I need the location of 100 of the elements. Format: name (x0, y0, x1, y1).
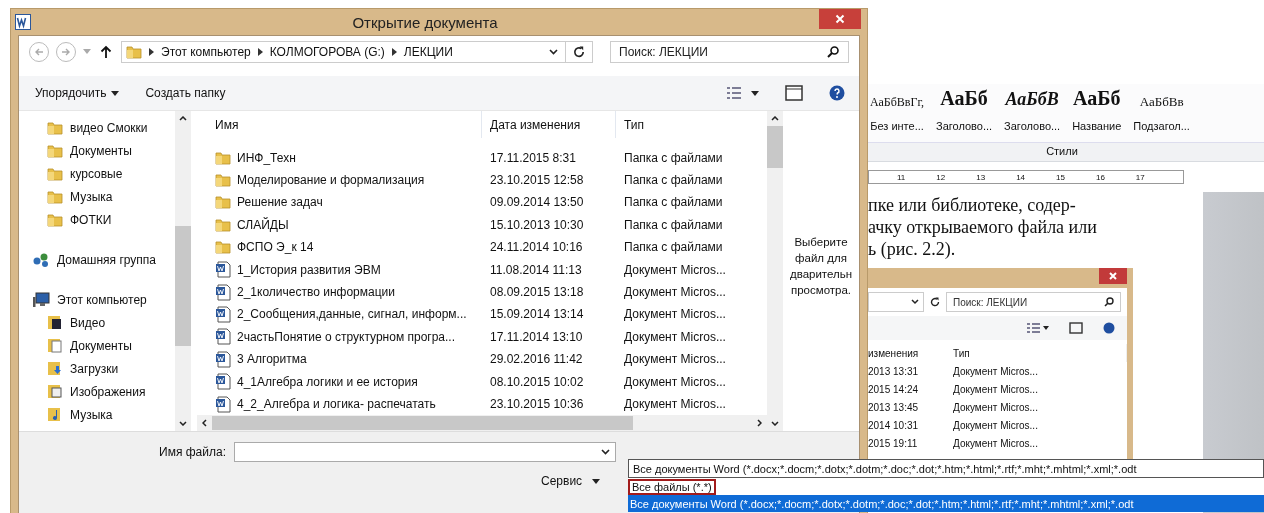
organize-button[interactable]: Упорядочить (35, 86, 120, 100)
nav-pane-item[interactable]: Этот компьютер (19, 288, 175, 311)
folder-icon (47, 166, 63, 181)
nav-pane-item[interactable]: Загрузки (19, 357, 175, 380)
word-document-icon (215, 373, 231, 391)
nav-pane-item[interactable]: Музыка (19, 185, 175, 208)
file-row[interactable]: СЛАЙДЫ 15.10.2013 10:30 Папка с файлами (197, 213, 767, 236)
scroll-down-icon[interactable] (179, 421, 187, 426)
file-type-option[interactable]: Все файлы (*.*) (628, 478, 1264, 495)
folder-icon (215, 172, 231, 187)
type-cell: Документ Micros... (953, 437, 1038, 449)
new-folder-button[interactable]: Создать папку (145, 86, 226, 100)
date-cell-text: 2015 19:11 (868, 437, 919, 449)
style-gallery-item[interactable]: АаБбВ Заголово... (1004, 88, 1061, 142)
date-cell-text: 2015 14:24 (868, 383, 920, 395)
file-row[interactable]: Моделирование и формализация 23.10.2015 12:58 Папка с файлами (197, 168, 767, 192)
folder-icon (47, 143, 63, 158)
type-cell: Документ Micros... (953, 365, 1038, 377)
nav-pane-item[interactable]: Музыка (19, 403, 175, 426)
nav-pane-item[interactable]: Изображения (19, 380, 175, 403)
preview-pane-icon[interactable] (785, 85, 803, 101)
close-icon (1099, 268, 1127, 284)
downloads-folder-icon (47, 361, 63, 376)
folder-icon (215, 240, 231, 255)
style-gallery-item[interactable]: АаБб Заголово... (936, 88, 993, 142)
type-cell: Документ Micros... (953, 419, 1038, 431)
view-options-icon[interactable] (727, 87, 759, 99)
word-document-icon (215, 328, 231, 346)
up-arrow-icon[interactable] (100, 45, 112, 59)
scroll-up-icon[interactable] (771, 116, 779, 121)
file-type-option[interactable]: Все документы Word (*.docx;*.docm;*.dotx;*.dotm;*.doc;*.dot;*.htm;*.html;*.rtf;*.mht;*.mhtml;*.xml;*.odt (628, 495, 1264, 512)
scroll-left-icon[interactable] (202, 419, 207, 428)
filename-label: Имя файла: (159, 445, 226, 459)
file-row[interactable]: 2_1количество информации 08.09.2015 13:18 Документ Micros... (197, 280, 767, 304)
file-row[interactable]: ИНФ_Техн 17.11.2015 8:31 Папка с файлами (197, 146, 767, 169)
scrollbar-thumb[interactable] (212, 416, 634, 430)
address-bar[interactable]: Этот компьютер КОЛМОГОРОВА (G:) ЛЕКЦИИ (121, 41, 593, 63)
filename-field[interactable] (233, 442, 616, 462)
pictures-folder-icon (47, 384, 63, 399)
documents-folder-icon (47, 338, 63, 353)
word-document-icon (215, 261, 231, 279)
folder-icon (215, 217, 231, 232)
type-cell: Документ Micros... (953, 383, 1038, 395)
scroll-down-icon[interactable] (771, 421, 779, 426)
file-row[interactable]: 2частьПонятие о структурном програ... 17.11.2014 13:10 Документ Micros... (197, 325, 767, 349)
scroll-up-icon[interactable] (179, 116, 187, 121)
nav-pane-item[interactable]: ФОТКИ (19, 208, 175, 231)
file-row[interactable]: 4_1Алгебра логики и ее история 08.10.2015 10:02 Документ Micros... (197, 370, 767, 393)
nav-pane-item[interactable]: Видео (19, 311, 175, 334)
nav-pane-item[interactable]: Домашняя группа (19, 248, 175, 271)
file-row[interactable]: Решение задач 09.09.2014 13:50 Папка с файлами (197, 191, 767, 214)
nav-pane-item[interactable]: Документы (19, 139, 175, 162)
breadcrumb[interactable]: Этот компьютер (161, 45, 251, 59)
close-button[interactable] (819, 9, 861, 29)
caret-down-icon (592, 478, 601, 484)
nav-pane-item[interactable]: видео Смокки (19, 116, 175, 139)
file-row[interactable]: 1_История развития ЭВМ 11.08.2014 11:13 Документ Micros... (197, 258, 767, 281)
ruler: 11 12 13 14 15 16 17 (868, 170, 1184, 184)
help-icon (1103, 322, 1115, 334)
file-row[interactable]: ФСПО Э_к 14 24.11.2014 10:16 Папка с файлами (197, 236, 767, 259)
date-cell-text: 2013 13:31 (868, 365, 920, 377)
back-arrow-icon (34, 47, 44, 57)
scroll-right-icon[interactable] (757, 419, 762, 428)
breadcrumb[interactable]: ЛЕКЦИИ (403, 45, 453, 59)
style-gallery-item[interactable]: АаБбВвГг, Без инте... (870, 88, 924, 142)
file-row[interactable]: 3 Алгоритма 29.02.2016 11:42 Документ Micros... (197, 348, 767, 371)
column-header: изменения (868, 347, 920, 359)
style-gallery-item[interactable]: АаБбВв Подзагол... (1133, 88, 1190, 142)
column-header[interactable]: Дата изменения (482, 111, 616, 139)
dropdown-caret-icon[interactable] (549, 49, 558, 55)
help-icon[interactable] (829, 85, 845, 101)
breadcrumb[interactable]: КОЛМОГОРОВА (G:) (269, 45, 385, 59)
view-options-icon (1027, 323, 1049, 333)
nav-pane-item[interactable]: Документы (19, 334, 175, 357)
scrollbar[interactable] (197, 415, 767, 431)
scrollbar[interactable] (767, 111, 783, 431)
music-folder-icon (47, 407, 63, 422)
folder-icon (47, 212, 63, 227)
refresh-icon[interactable] (573, 46, 585, 58)
column-header[interactable]: Тип (616, 111, 767, 139)
file-row[interactable]: 2_Сообщения,данные, сигнал, информ... 15.09.2014 13:14 Документ Micros... (197, 303, 767, 326)
style-gallery-item[interactable]: АаБб Название (1072, 88, 1122, 142)
file-type-dropdown[interactable]: Все документы Word (*.docx;*.docm;*.dotx;*.dotm;*.doc;*.dot;*.htm;*.html;*.rtf;*.mht;*.mhtml;*.xml;*.odt (628, 459, 1264, 478)
scrollbar-thumb[interactable] (175, 226, 191, 346)
file-row[interactable]: 4_2_Алгебра и логика- распечатать 23.10.2015 10:36 Документ Micros... (197, 392, 767, 416)
chevron-icon (391, 48, 397, 56)
nav-pane-item[interactable]: курсовые (19, 162, 175, 185)
scrollbar-thumb[interactable] (767, 126, 783, 168)
column-header[interactable]: Имя (197, 111, 482, 139)
computer-icon (32, 291, 50, 308)
scrollbar[interactable] (175, 111, 191, 431)
search-field[interactable]: Поиск: ЛЕКЦИИ (610, 41, 849, 63)
date-cell-text: 2014 10:31 (868, 419, 920, 431)
word-document-icon (215, 305, 231, 323)
service-button[interactable]: Сервис (541, 474, 601, 488)
homegroup-icon (32, 251, 50, 268)
caret-down-icon[interactable] (600, 449, 610, 455)
search-icon (1104, 297, 1114, 307)
folder-icon (215, 150, 231, 165)
chevron-icon (149, 48, 154, 56)
